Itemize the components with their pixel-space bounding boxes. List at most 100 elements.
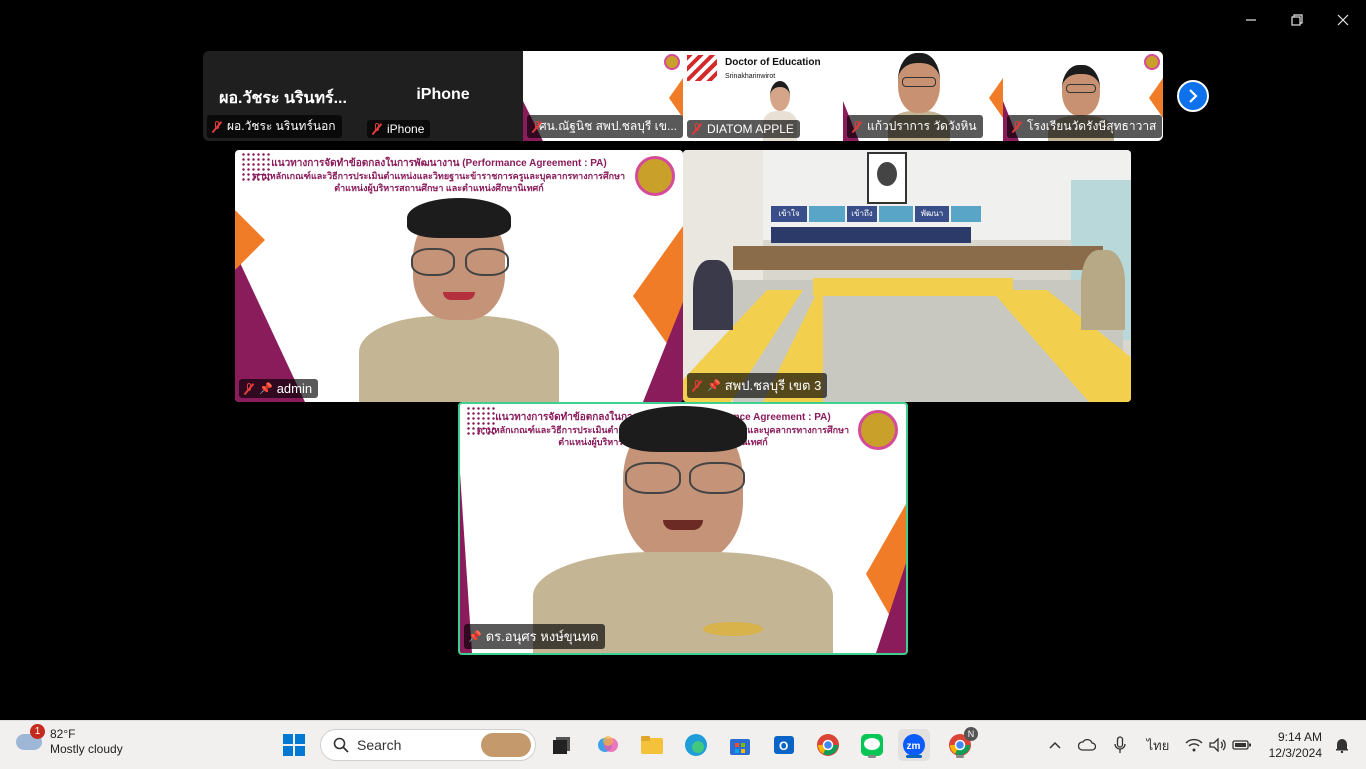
clock-date: 12/3/2024 (1268, 746, 1322, 760)
slide-title: Doctor of Education (725, 57, 821, 68)
weather-temperature: 82°F (50, 727, 76, 741)
participant-thumb[interactable]: Doctor of Education Srinakharinwirot DIA… (683, 51, 843, 141)
svg-text:zm: zm (907, 741, 921, 752)
participant-name-tag: iPhone (367, 120, 431, 138)
participant-thumb[interactable]: แก้วปราการ วัดวังหิน (843, 51, 1003, 141)
chevron-up-icon (1049, 741, 1061, 749)
network-button[interactable] (1184, 721, 1204, 769)
participant-thumb[interactable]: iPhone iPhone (363, 51, 523, 141)
chevron-right-icon (1189, 89, 1198, 103)
seal-logo (664, 54, 680, 70)
notification-bell-icon (1336, 739, 1348, 753)
notifications-button[interactable] (1330, 721, 1354, 769)
line-icon (861, 734, 883, 756)
running-indicator (868, 755, 876, 758)
battery-button[interactable] (1232, 721, 1252, 769)
participant-display-name: iPhone (416, 86, 470, 103)
search-placeholder: Search (357, 737, 402, 753)
weather-widget[interactable]: 1 82°F Mostly cloudy (16, 724, 123, 757)
clock-time: 9:14 AM (1277, 730, 1322, 744)
participant-name-tag: 📌 ดร.อนุศร หงษ์ขุนทด (464, 624, 605, 649)
participant-name-tag: ผอ.วัชระ นรินทร์นอก (207, 115, 342, 138)
participant-name-tag: 📌 สพป.ชลบุรี เขต 3 (687, 373, 828, 398)
microphone-tray-button[interactable] (1110, 721, 1130, 769)
participant-name-tag: โรงเรียนวัดรังษีสุทธาวาส (1007, 115, 1163, 138)
video-tile-active-speaker[interactable]: แนวทางการจัดทำข้อตกลงในการพัฒนางาน (Perf… (458, 402, 908, 655)
outlook-button[interactable]: O (768, 729, 800, 761)
file-explorer-button[interactable] (636, 729, 668, 761)
zoom-button[interactable]: zm (898, 729, 930, 761)
chrome-button[interactable] (812, 729, 844, 761)
input-language-button[interactable]: ไทย (1144, 721, 1172, 769)
volume-button[interactable] (1208, 721, 1228, 769)
store-button[interactable] (724, 729, 756, 761)
copilot-button[interactable] (592, 729, 624, 761)
participant-name: โรงเรียนวัดรังษีสุทธาวาส (1027, 119, 1157, 133)
slide-subtitle: Srinakharinwirot (725, 73, 776, 80)
next-page-button[interactable] (1177, 80, 1209, 112)
sync-tray-button[interactable] (1076, 721, 1098, 769)
mic-muted-icon (691, 123, 703, 135)
participant-name-tag: 📌 admin (239, 379, 319, 398)
copilot-icon (598, 736, 618, 752)
pin-icon: 📌 (468, 631, 482, 643)
participant-thumb[interactable]: โรงเรียนวัดรังษีสุทธาวาส (1003, 51, 1163, 141)
restore-button[interactable] (1274, 0, 1320, 40)
participant-strip: ผอ.วัชระ นรินทร์... ผอ.วัชระ นรินทร์นอก … (203, 51, 1163, 141)
participant-name: แก้วปราการ วัดวังหิน (867, 119, 977, 133)
restore-icon (1291, 14, 1303, 26)
zoom-icon: zm (903, 734, 925, 756)
participant-person (359, 198, 559, 402)
speaker-icon (1209, 738, 1226, 752)
participant-thumb[interactable]: ศน.ณัฐนิช สพป.ชลบุรี เข... (523, 51, 683, 141)
close-button[interactable] (1320, 0, 1366, 40)
pin-icon: 📌 (259, 383, 273, 395)
windows-icon (283, 734, 305, 756)
taskbar-search[interactable]: Search (320, 729, 536, 761)
participant-thumb[interactable]: ผอ.วัชระ นรินทร์... ผอ.วัชระ นรินทร์นอก (203, 51, 363, 141)
seal-logo (1144, 54, 1160, 70)
mic-muted-icon (371, 123, 383, 135)
chrome-icon (817, 734, 839, 756)
running-indicator (956, 755, 964, 758)
seal-logo (858, 410, 898, 450)
mic-muted-icon (243, 382, 255, 395)
mic-muted-icon (531, 120, 540, 133)
participant-name: ผอ.วัชระ นรินทร์นอก (227, 119, 336, 133)
outlook-icon: O (774, 736, 794, 754)
edge-button[interactable] (680, 729, 712, 761)
folder-icon (641, 736, 663, 754)
participant-name: admin (276, 381, 313, 396)
slide-text: แนวทางการจัดทำข้อตกลงในการพัฒนางาน (Perf… (252, 158, 626, 193)
cloudy-icon: 1 (16, 724, 45, 750)
participant-name-tag: แก้วปราการ วัดวังหิน (847, 115, 983, 138)
line-button[interactable] (856, 729, 888, 761)
window-controls (1228, 0, 1366, 40)
video-tile-meeting-room[interactable]: เข้าใจ เข้าถึง พัฒนา 📌 สพป.ชลบุรี เขต 3 (683, 150, 1131, 402)
mic-muted-icon (1011, 120, 1023, 133)
close-icon (1337, 14, 1349, 26)
show-hidden-icons-button[interactable] (1044, 721, 1066, 769)
participant-display-name: ผอ.วัชระ นรินทร์... (219, 90, 347, 107)
language-indicator: ไทย (1146, 737, 1170, 753)
search-highlight-image (481, 733, 531, 757)
chrome-profile-button[interactable]: N (944, 727, 978, 761)
stripe-graphic (687, 55, 717, 81)
cloud-sync-icon (1078, 738, 1096, 751)
svg-text:O: O (779, 739, 788, 753)
conference-table (813, 278, 1013, 296)
participant-name: ศน.ณัฐนิช สพป.ชลบุรี เข... (539, 119, 677, 133)
task-view-button[interactable] (546, 729, 578, 761)
participant-name: สพป.ชลบุรี เขต 3 (724, 378, 822, 393)
banner-wall: เข้าใจ เข้าถึง พัฒนา (771, 206, 981, 246)
system-clock[interactable]: 9:14 AM 12/3/2024 (1269, 729, 1322, 761)
video-tile-admin[interactable]: แนวทางการจัดทำข้อตกลงในการพัฒนางาน (Perf… (235, 150, 683, 402)
mic-muted-icon (851, 120, 863, 133)
battery-icon (1232, 740, 1251, 750)
weather-description: Mostly cloudy (50, 742, 123, 756)
participant-name: ดร.อนุศร หงษ์ขุนทด (485, 629, 599, 644)
participant-name-tag: ศน.ณัฐนิช สพป.ชลบุรี เข... (527, 115, 683, 138)
wifi-icon (1185, 738, 1203, 752)
start-button[interactable] (278, 729, 310, 761)
minimize-button[interactable] (1228, 0, 1274, 40)
